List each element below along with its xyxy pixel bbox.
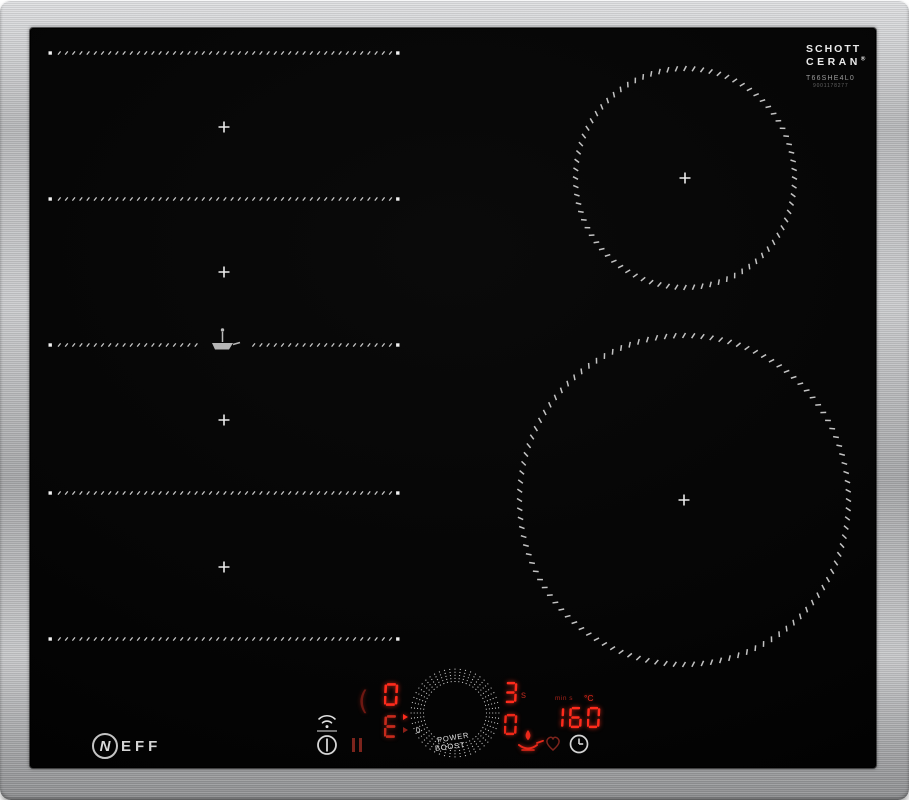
flex-zone-bracket: ( xyxy=(358,686,369,717)
right-control-keys xyxy=(518,730,589,754)
model-number: T66SHE4L0 xyxy=(806,75,855,82)
glass-ceramic-surface xyxy=(30,28,876,768)
registered-mark: ® xyxy=(860,56,866,63)
serial-number: 9001178277 xyxy=(813,83,849,89)
celsius-unit-label: °C xyxy=(584,693,594,703)
power-icon[interactable] xyxy=(317,735,337,755)
clock-icon[interactable] xyxy=(569,734,589,754)
schott-ceran-branding: SCHOTT CERAN® T66SHE4L0 9001178277 xyxy=(806,43,865,89)
flex-arrow-icon-bottom xyxy=(403,727,408,733)
minutes-unit-label: min s xyxy=(555,695,574,702)
timer-seconds-unit: s xyxy=(521,690,526,701)
wifi-icon[interactable] xyxy=(317,715,337,732)
flex-arrow-icon-top xyxy=(403,714,408,720)
neff-logo: N EFF xyxy=(92,733,161,759)
heart-icon[interactable] xyxy=(546,736,560,751)
neff-logo-circle: N xyxy=(92,733,118,759)
ceran-text: CERAN® xyxy=(806,56,866,68)
frying-sensor-icon[interactable] xyxy=(518,730,544,751)
schott-text: SCHOTT xyxy=(806,43,862,55)
temperature-display xyxy=(551,704,601,731)
pause-icon[interactable] xyxy=(352,738,362,752)
timer-seconds-display xyxy=(504,681,518,704)
flex-zone-animation-display xyxy=(384,714,399,739)
flex-zone-power-display xyxy=(384,682,399,707)
induction-hob: SCHOTT CERAN® T66SHE4L0 9001178277 N EFF… xyxy=(0,0,909,800)
